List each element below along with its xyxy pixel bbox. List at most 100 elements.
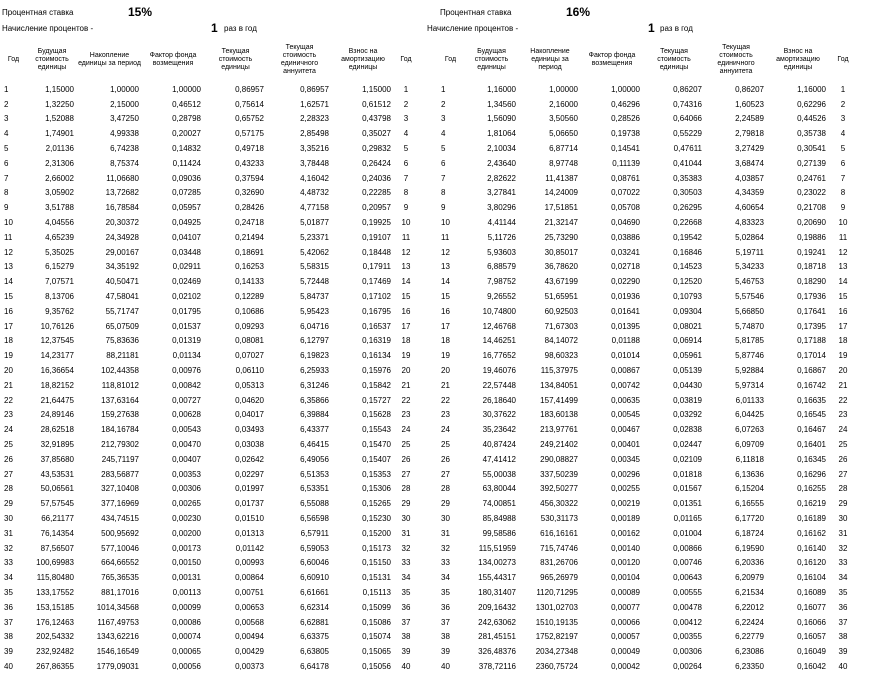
table-cell: 1,15000: [362, 84, 391, 94]
table-cell: 0,16401: [797, 440, 826, 450]
table-cell: 20: [401, 366, 411, 376]
table-cell: 50,06561: [40, 484, 74, 494]
table-row: 25 32,91895 212,79302 0,00470 0,03038 6,46415…: [0, 437, 418, 452]
table-cell: 0,01134: [172, 351, 201, 361]
table-cell: 0,15074: [362, 632, 391, 642]
table-cell: 249,21402: [540, 440, 578, 450]
table-cell: 28: [838, 484, 848, 494]
table-cell: 35,23642: [482, 425, 516, 435]
table-cell: 7: [840, 173, 846, 183]
table-cell: 3,35216: [300, 144, 329, 154]
table-cell: 15: [441, 292, 450, 302]
table-cell: 18: [441, 336, 450, 346]
table-cell: 0,00568: [235, 617, 264, 627]
table-cell: 8: [403, 188, 409, 198]
table-cell: 4: [4, 129, 9, 139]
table-cell: 16,78584: [105, 203, 139, 213]
table-cell: 232,92482: [36, 647, 74, 657]
table-cell: 33: [4, 558, 13, 568]
table-cell: 765,36535: [101, 573, 139, 583]
table-cell: 2: [441, 99, 446, 109]
table-cell: 0,22668: [673, 218, 702, 228]
table-cell: 0,01936: [611, 292, 640, 302]
table-cell: 2,16000: [549, 99, 578, 109]
table-cell: 0,00077: [611, 602, 640, 612]
table-cell: 2,66002: [45, 173, 74, 183]
table-cell: 7: [4, 173, 9, 183]
table-cell: 4,83323: [735, 218, 764, 228]
table-cell: 32: [4, 543, 13, 553]
table-cell: 0,86207: [735, 84, 764, 94]
table-cell: 1,32250: [45, 99, 74, 109]
table-cell: 0,15056: [362, 661, 391, 671]
table-cell: 0,46512: [172, 99, 201, 109]
table-cell: 245,71197: [101, 454, 139, 464]
table-row: 29 74,00851 456,30322 0,00219 0,01351 6,16555…: [437, 496, 857, 511]
table-cell: 31: [441, 528, 450, 538]
table-cell: 21: [441, 380, 450, 390]
table-cell: 6,13636: [735, 469, 764, 479]
table-row: 6 2,43640 8,97748 0,11139 0,41044 3,68474 0,27…: [437, 156, 857, 171]
table-row: 37 242,63062 1510,19135 0,00066 0,00412 6,224…: [437, 615, 857, 630]
table-cell: 34,35192: [105, 262, 139, 272]
table-cell: 6,09709: [735, 440, 764, 450]
table-cell: 0,17102: [362, 292, 391, 302]
table-cell: 18: [4, 336, 13, 346]
table-cell: 281,45151: [478, 632, 516, 642]
table-row: 24 28,62518 184,16784 0,00543 0,03493 6,43377…: [0, 422, 418, 437]
table-cell: 0,43233: [235, 158, 264, 168]
table-cell: 25: [4, 440, 13, 450]
table-cell: 6,22424: [735, 617, 764, 627]
table-cell: 616,16161: [540, 528, 578, 538]
table-cell: 0,15230: [362, 514, 391, 523]
table-cell: 0,00555: [673, 587, 702, 597]
table-row: 34 155,44317 965,26979 0,00104 0,00643 6,2097…: [437, 570, 857, 585]
table-cell: 28: [441, 484, 450, 494]
table-cell: 0,00345: [611, 454, 640, 464]
table-cell: 3,51788: [45, 203, 74, 213]
table-cell: 36,78620: [544, 262, 578, 272]
table-cell: 17: [441, 321, 450, 331]
accrual-unit: раз в год: [660, 24, 693, 33]
table-cell: 26: [441, 454, 450, 464]
header-cell: Текущая стоимость единицы: [218, 48, 253, 71]
table-cell: 0,07022: [611, 188, 640, 198]
header-row: Год Будущая стоимость единицы Накопление…: [437, 38, 857, 82]
table-cell: 34: [401, 573, 411, 583]
table-cell: 456,30322: [540, 499, 578, 509]
table-cell: 118,81012: [101, 380, 139, 390]
table-cell: 0,00353: [172, 469, 201, 479]
table-cell: 0,03038: [235, 440, 264, 450]
table-cell: 35: [838, 587, 848, 597]
table-cell: 2: [840, 99, 846, 109]
table-cell: 6,63375: [300, 632, 329, 642]
table-cell: 10,76126: [40, 321, 74, 331]
table-cell: 40: [838, 661, 848, 671]
table-cell: 0,00056: [172, 661, 201, 671]
table-cell: 0,86957: [300, 84, 329, 94]
table-cell: 115,80480: [36, 573, 74, 583]
table-cell: 25: [401, 440, 411, 450]
table-cell: 0,14832: [172, 144, 201, 154]
table-cell: 0,16189: [797, 514, 826, 523]
table-cell: 34: [838, 573, 848, 583]
table-cell: 4: [441, 129, 446, 139]
table-row: 21 22,57448 134,84051 0,00742 0,04430 5,97314…: [437, 378, 857, 393]
table-cell: 1,16000: [797, 84, 826, 94]
table-cell: 0,01165: [673, 514, 702, 523]
table-cell: 2,24589: [735, 114, 764, 124]
table-cell: 0,65752: [235, 114, 264, 124]
table-cell: 0,00866: [673, 543, 702, 553]
table-cell: 1: [441, 84, 446, 94]
table-cell: 5,42062: [300, 247, 329, 257]
table-cell: 0,00976: [172, 366, 201, 376]
table-cell: 134,84051: [540, 380, 578, 390]
table-cell: 6,21534: [735, 587, 764, 597]
table-cell: 0,41044: [673, 158, 702, 168]
table-cell: 0,16104: [797, 573, 826, 583]
table-cell: 0,00628: [172, 410, 201, 420]
table-cell: 1752,82197: [535, 632, 578, 642]
table-cell: 0,15543: [362, 425, 391, 435]
table-cell: 0,00470: [172, 440, 201, 450]
table-row: 33 100,69983 664,66552 0,00150 0,00993 6,6004…: [0, 556, 418, 571]
